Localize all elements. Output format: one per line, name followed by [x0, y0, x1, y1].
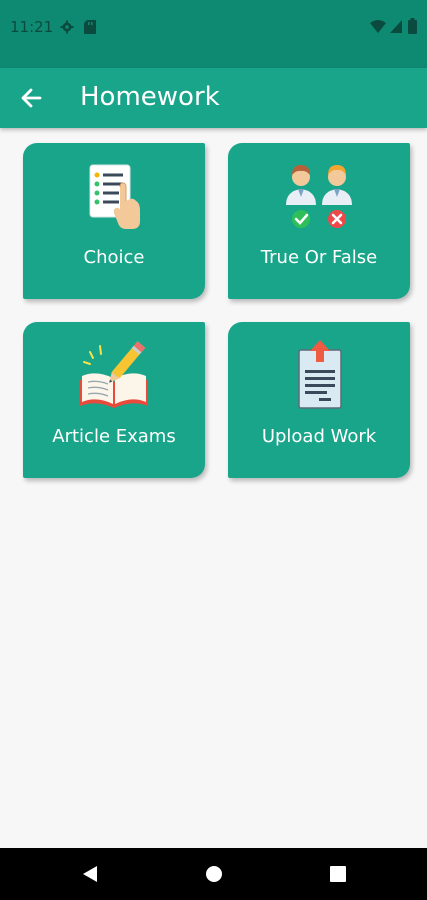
status-time: 11:21: [10, 18, 54, 36]
book-pencil-icon: [80, 341, 148, 408]
article-exams-card[interactable]: Article Exams: [23, 322, 205, 478]
two-people-check-cross-icon: [286, 165, 352, 228]
app-bar: Homework: [0, 68, 427, 128]
card-label: Article Exams: [52, 426, 176, 447]
true-or-false-card[interactable]: True Or False: [228, 143, 410, 299]
card-label: Choice: [83, 247, 145, 268]
gear-icon: [60, 20, 74, 34]
page-title: Homework: [80, 82, 220, 112]
home-circle-icon[interactable]: [204, 864, 224, 884]
card-label: Upload Work: [261, 426, 377, 447]
upload-work-card[interactable]: Upload Work: [228, 322, 410, 478]
choice-card[interactable]: Choice: [23, 143, 205, 299]
battery-icon: [408, 18, 417, 34]
back-triangle-icon[interactable]: [80, 864, 100, 884]
status-bar: 11:21: [0, 0, 427, 68]
system-nav-bar: [0, 848, 427, 900]
arrow-left-icon[interactable]: [18, 84, 46, 112]
card-label: True Or False: [260, 247, 378, 268]
sd-card-icon: [84, 20, 96, 34]
recents-square-icon[interactable]: [328, 864, 348, 884]
wifi-icon: [370, 20, 386, 33]
upload-document-icon: [298, 340, 342, 409]
checklist-hand-icon: [89, 164, 140, 229]
signal-icon: [390, 20, 402, 33]
